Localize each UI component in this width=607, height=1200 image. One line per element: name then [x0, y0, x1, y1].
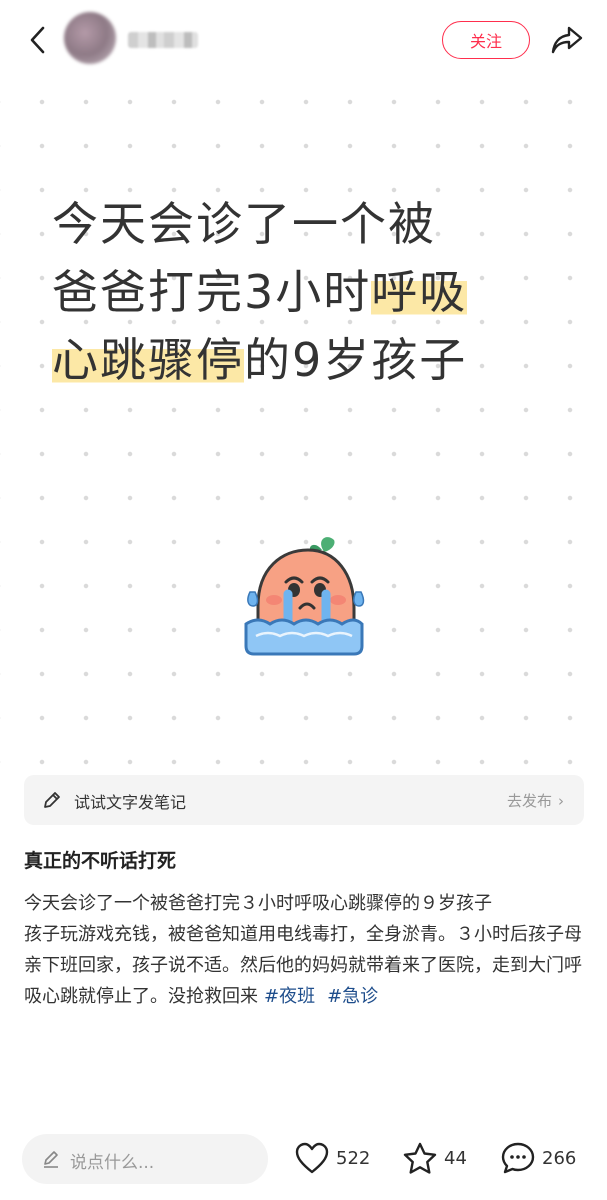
- headline-highlight: 心跳骤停: [52, 333, 244, 387]
- comment-placeholder: 说点什么...: [70, 1153, 155, 1173]
- follow-button[interactable]: 关注: [442, 21, 530, 59]
- chevron-left-icon: [30, 26, 45, 54]
- hashtag-night-shift[interactable]: #夜班: [264, 986, 315, 1007]
- go-publish-link[interactable]: 去发布 ›: [507, 790, 564, 811]
- dot-grid-background: [0, 80, 607, 768]
- headline-text: 爸爸打完3小时: [52, 265, 372, 319]
- headline-line-3: 心跳骤停的9岁孩子: [52, 326, 572, 394]
- comment-count: 266: [542, 1147, 577, 1169]
- like-count: 522: [336, 1147, 371, 1169]
- note-image[interactable]: 今天会诊了一个被 爸爸打完3小时呼吸 心跳骤停的9岁孩子: [0, 80, 607, 768]
- comment-input[interactable]: 说点什么...: [22, 1134, 268, 1184]
- collect-button[interactable]: 44: [402, 1138, 467, 1178]
- back-button[interactable]: [18, 20, 58, 60]
- try-text-note-bar[interactable]: 试试文字发笔记 去发布 ›: [24, 775, 584, 825]
- post-title: 真正的不听话打死: [24, 850, 177, 872]
- share-icon: [551, 26, 583, 54]
- share-button[interactable]: [548, 22, 586, 58]
- bottom-action-bar: 说点什么... 522 44 266: [0, 1122, 607, 1200]
- avatar[interactable]: [64, 12, 116, 64]
- headline-highlight: 呼吸: [371, 265, 468, 319]
- try-text-note-label: 试试文字发笔记: [74, 793, 187, 812]
- headline-text: 的9岁孩子: [244, 333, 468, 387]
- headline-line-1: 今天会诊了一个被: [52, 190, 572, 258]
- comment-bubble-icon: [501, 1142, 535, 1174]
- username[interactable]: [128, 32, 198, 48]
- headline-text: 今天会诊了一个被: [52, 197, 436, 251]
- post-paragraph-2: 孩子玩游戏充钱，被爸爸知道用电线毒打，全身淤青。３小时后孩子母亲下班回家，孩子说…: [24, 919, 584, 1012]
- pencil-icon: [44, 1151, 58, 1168]
- chevron-right-icon: ›: [558, 792, 564, 810]
- heart-icon: [295, 1142, 329, 1174]
- crying-face-emoji-icon: [244, 537, 365, 656]
- post-body: 今天会诊了一个被爸爸打完３小时呼吸心跳骤停的９岁孩子 孩子玩游戏充钱，被爸爸知道…: [24, 888, 584, 1012]
- star-count: 44: [444, 1147, 467, 1169]
- go-publish-label: 去发布: [506, 792, 552, 810]
- pencil-icon: [44, 792, 60, 808]
- top-bar: 关注: [0, 0, 607, 80]
- image-headline: 今天会诊了一个被 爸爸打完3小时呼吸 心跳骤停的9岁孩子: [52, 190, 572, 394]
- like-button[interactable]: 522: [294, 1138, 370, 1178]
- hashtag-emergency[interactable]: #急诊: [327, 986, 378, 1007]
- comment-button[interactable]: 266: [500, 1138, 576, 1178]
- headline-line-2: 爸爸打完3小时呼吸: [52, 258, 572, 326]
- star-icon: [403, 1142, 437, 1174]
- post-paragraph-1: 今天会诊了一个被爸爸打完３小时呼吸心跳骤停的９岁孩子: [24, 893, 492, 914]
